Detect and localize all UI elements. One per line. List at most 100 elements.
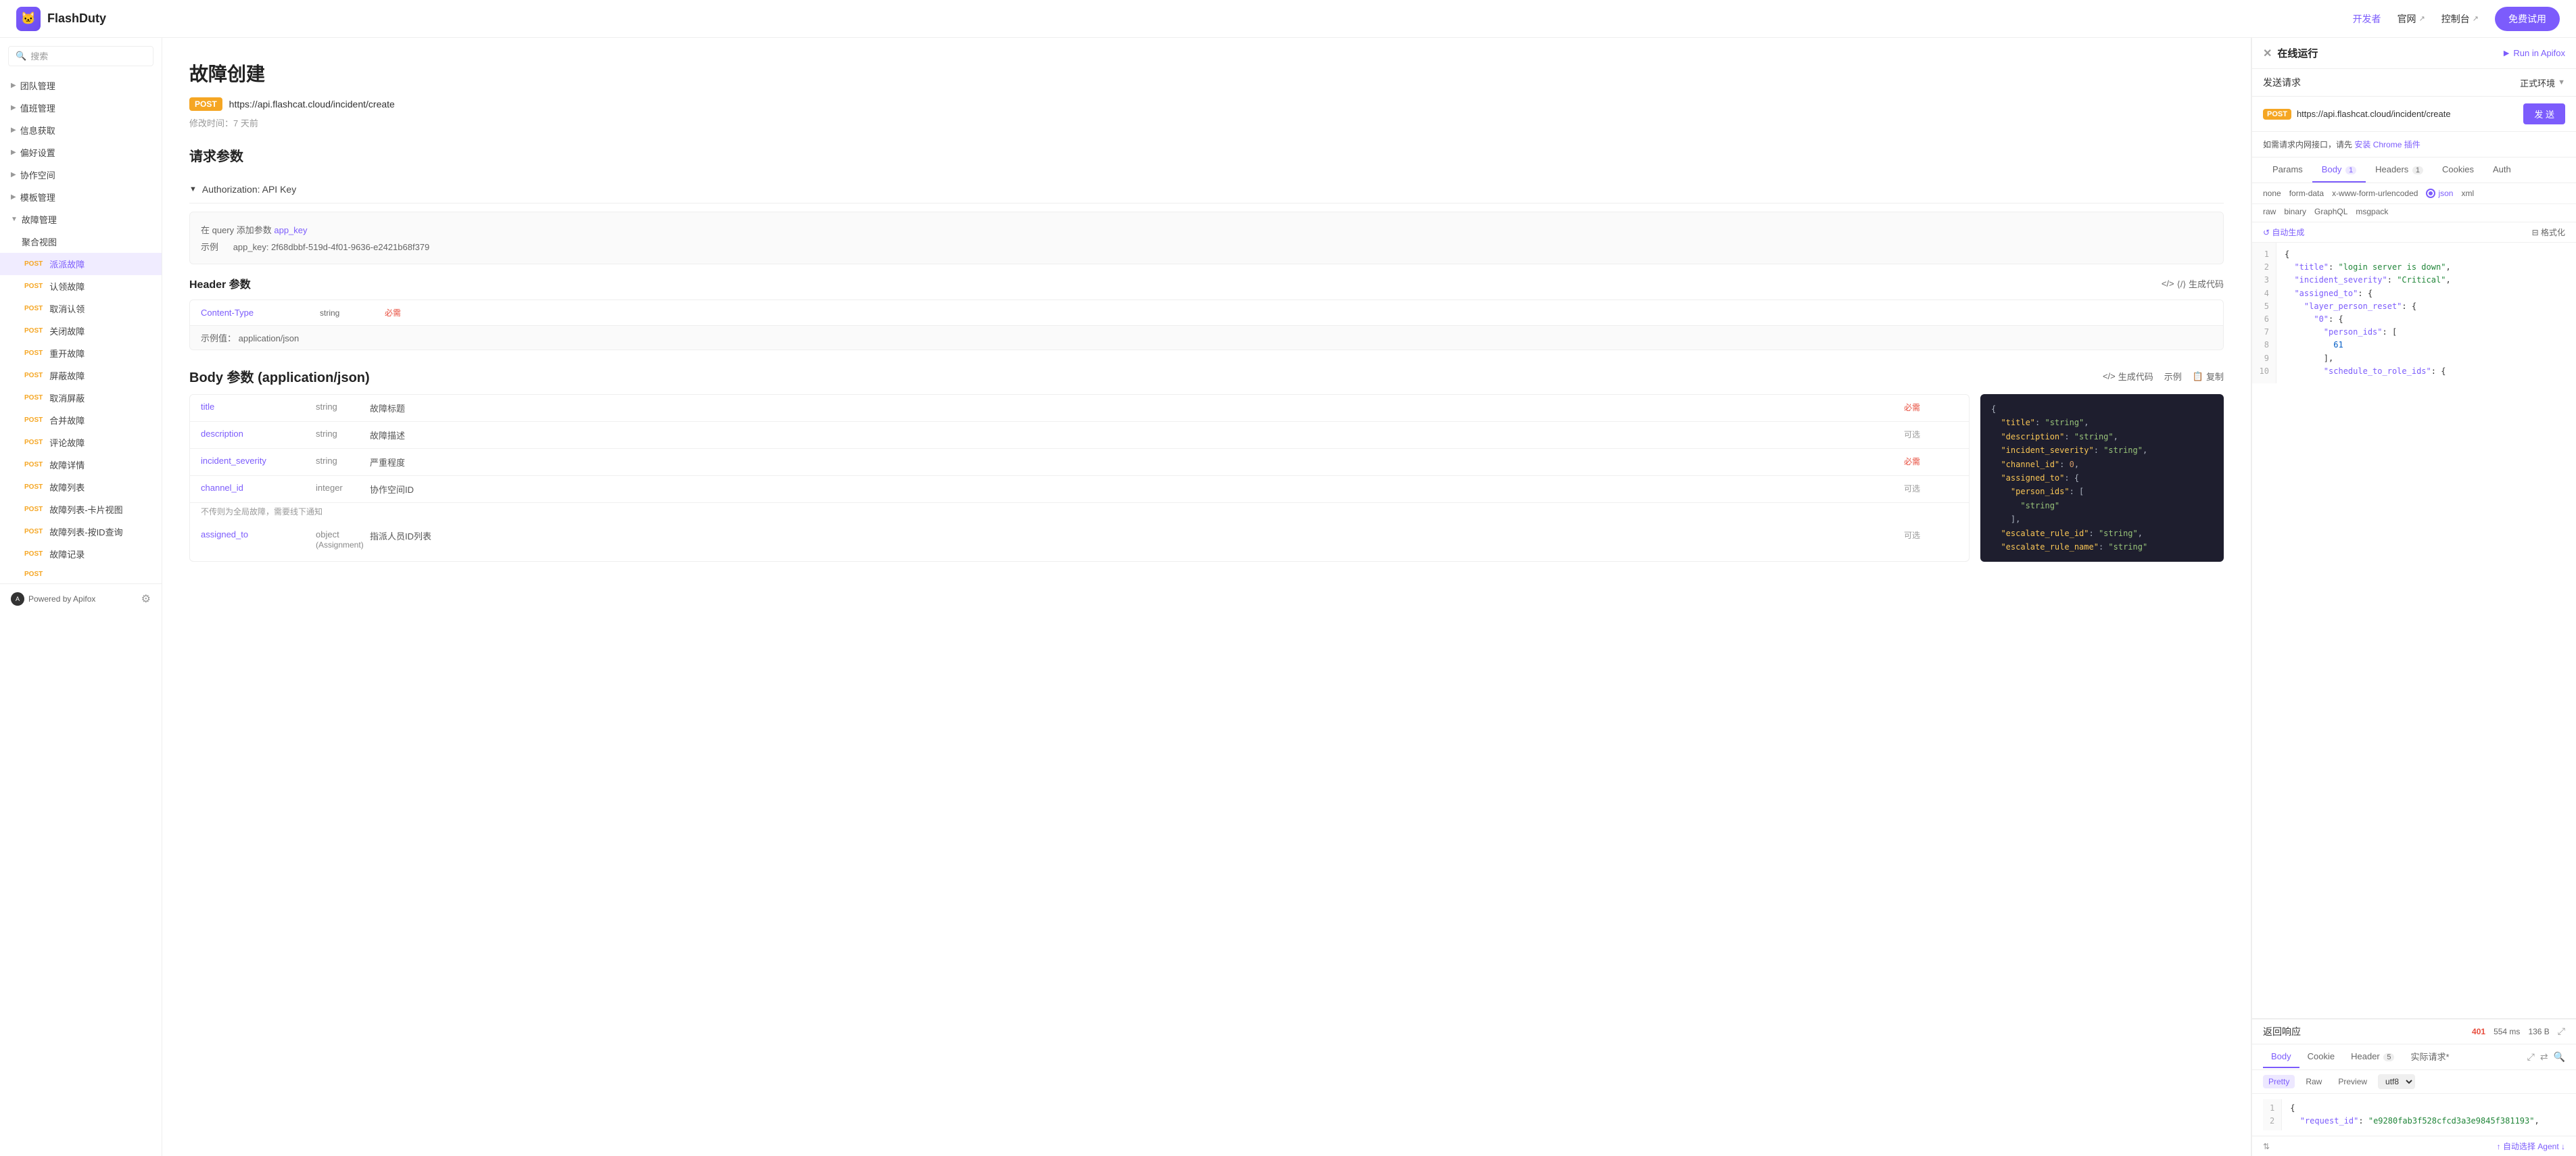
install-plugin-link[interactable]: 安装 Chrome 插件 bbox=[2354, 140, 2420, 149]
expand-collapse-icon[interactable]: ⇅ bbox=[2263, 1142, 2270, 1151]
resp-line: { bbox=[2290, 1102, 2539, 1115]
auth-section-header[interactable]: ▼ Authorization: API Key bbox=[189, 176, 2224, 203]
tab-cookies[interactable]: Cookies bbox=[2433, 158, 2483, 183]
search-box[interactable]: 🔍 bbox=[8, 46, 153, 66]
settings-icon[interactable]: ⚙ bbox=[141, 592, 151, 606]
response-tab-cookie[interactable]: Cookie bbox=[2299, 1046, 2343, 1068]
auth-param-name: app_key bbox=[274, 225, 307, 235]
sidebar-item-create-incident[interactable]: POST 派派故障 bbox=[0, 253, 162, 275]
generate-code-button[interactable]: </> 生成代码 bbox=[2103, 370, 2153, 383]
format-preview-button[interactable]: Preview bbox=[2333, 1075, 2372, 1088]
chevron-right-icon: ▶ bbox=[11, 171, 16, 178]
body-type-raw[interactable]: raw bbox=[2263, 207, 2276, 216]
sidebar-item-label: 信息获取 bbox=[20, 124, 55, 137]
format-button[interactable]: ⊟ 格式化 bbox=[2532, 226, 2565, 238]
sidebar-item-team-mgmt[interactable]: ▶ 团队管理 bbox=[0, 74, 162, 97]
send-button[interactable]: 发 送 bbox=[2523, 103, 2565, 124]
close-icon[interactable]: ✕ bbox=[2263, 47, 2272, 60]
free-trial-button[interactable]: 免费试用 bbox=[2495, 7, 2560, 31]
code-editor[interactable]: 12345 678910 { "title": "login server is… bbox=[2252, 243, 2576, 1018]
sidebar-item-incident-mgmt[interactable]: ▼ 故障管理 bbox=[0, 208, 162, 231]
copy-button[interactable]: 📋 复制 bbox=[2193, 370, 2224, 383]
sidebar-item-template-mgmt[interactable]: ▶ 模板管理 bbox=[0, 186, 162, 208]
body-type-json[interactable]: json bbox=[2426, 189, 2453, 198]
sidebar-item-merge-incident[interactable]: POST 评论故障 bbox=[0, 431, 162, 454]
sidebar-item-incident-list[interactable]: POST 故障列表-卡片视图 bbox=[0, 498, 162, 521]
response-tab-body[interactable]: Body bbox=[2263, 1046, 2299, 1068]
format-raw-button[interactable]: Raw bbox=[2300, 1075, 2327, 1088]
tab-body[interactable]: Body 1 bbox=[2312, 158, 2366, 183]
sidebar-item-cancel-acknowledge[interactable]: POST 关闭故障 bbox=[0, 320, 162, 342]
format-pretty-button[interactable]: Pretty bbox=[2263, 1075, 2295, 1088]
expand-icon[interactable]: ⤢ bbox=[2558, 1026, 2565, 1037]
console-link[interactable]: 控制台 ↗ bbox=[2441, 12, 2479, 26]
param-row-assigned-to: assigned_to object (Assignment) 指派人员ID列表… bbox=[190, 523, 1969, 556]
share-icon[interactable]: ⤢ bbox=[2527, 1051, 2535, 1063]
request-tabs: Params Body 1 Headers 1 Cookies Auth bbox=[2252, 158, 2576, 183]
sidebar-item-snooze-incident[interactable]: POST 取消屏蔽 bbox=[0, 387, 162, 409]
param-type: string bbox=[316, 456, 363, 466]
sidebar-item-reopen-incident[interactable]: POST 屏蔽故障 bbox=[0, 364, 162, 387]
generate-code-button[interactable]: </> ⟨/⟩ 生成代码 bbox=[2162, 277, 2224, 290]
official-link[interactable]: 官网 ↗ bbox=[2398, 12, 2425, 26]
body-type-form-data[interactable]: form-data bbox=[2289, 189, 2324, 198]
api-url-row: POST https://api.flashcat.cloud/incident… bbox=[189, 97, 2224, 111]
code-line: "title": "string", bbox=[1991, 416, 2213, 429]
sidebar-item-incident-log[interactable]: POST bbox=[0, 565, 162, 583]
sidebar-item-pref-settings[interactable]: ▶ 偏好设置 bbox=[0, 141, 162, 164]
runner-title-text: 在线运行 bbox=[2277, 46, 2318, 60]
header-field-row: Content-Type string 必需 bbox=[190, 300, 2223, 326]
sidebar-item-dispatch-incident[interactable]: POST 认领故障 bbox=[0, 275, 162, 297]
code-line: "incident_severity": "Critical", bbox=[2285, 274, 2568, 287]
sidebar-item-aggregate-view[interactable]: 聚合视图 bbox=[0, 231, 162, 253]
body-type-graphql[interactable]: GraphQL bbox=[2314, 207, 2347, 216]
auto-gen-button[interactable]: ↺ 自动生成 bbox=[2263, 226, 2304, 238]
dev-link[interactable]: 开发者 bbox=[2353, 12, 2381, 26]
powered-by: A Powered by Apifox bbox=[11, 592, 95, 606]
auth-example-label: 示例 bbox=[201, 242, 218, 252]
sidebar-item-incident-detail[interactable]: POST 故障列表 bbox=[0, 476, 162, 498]
auto-select-agent[interactable]: ↑ 自动选择 Agent ↓ bbox=[2497, 1140, 2565, 1152]
body-type-binary[interactable]: binary bbox=[2284, 207, 2306, 216]
code-line: { bbox=[2285, 248, 2568, 261]
sidebar-item-incident-card-view[interactable]: POST 故障列表-按ID查询 bbox=[0, 521, 162, 543]
compare-icon[interactable]: ⇄ bbox=[2540, 1051, 2548, 1063]
response-tab-actual-request[interactable]: 实际请求* bbox=[2402, 1044, 2457, 1069]
sidebar-item-unsnooze-incident[interactable]: POST 合并故障 bbox=[0, 409, 162, 431]
example-button[interactable]: 示例 bbox=[2164, 370, 2182, 383]
tab-auth[interactable]: Auth bbox=[2483, 158, 2521, 183]
sidebar-item-label: 认领故障 bbox=[49, 280, 85, 293]
sidebar-item-acknowledge-incident[interactable]: POST 取消认领 bbox=[0, 297, 162, 320]
body-layout: 🔍 ▶ 团队管理 ▶ 值班管理 ▶ 信息获取 ▶ 偏好设置 ▶ 协作空间 ▶ 模… bbox=[0, 38, 2576, 1156]
sidebar-item-close-incident[interactable]: POST 重开故障 bbox=[0, 342, 162, 364]
sidebar-item-comment-incident[interactable]: POST 故障详情 bbox=[0, 454, 162, 476]
sidebar-item-label: 故障记录 bbox=[49, 548, 85, 560]
top-navigation: 🐱 FlashDuty 开发者 官网 ↗ 控制台 ↗ 免费试用 bbox=[0, 0, 2576, 38]
post-badge: POST bbox=[22, 282, 45, 291]
sidebar-item-incident-id-query[interactable]: POST 故障记录 bbox=[0, 543, 162, 565]
example-value: application/json bbox=[239, 333, 300, 343]
external-link-icon: ↗ bbox=[2419, 14, 2425, 23]
body-type-xml[interactable]: xml bbox=[2461, 189, 2474, 198]
body-type-none[interactable]: none bbox=[2263, 189, 2281, 198]
search-input[interactable] bbox=[30, 51, 149, 62]
encoding-select[interactable]: utf8 bbox=[2378, 1074, 2415, 1089]
code-line: "description": "string", bbox=[1991, 430, 2213, 443]
body-type-msgpack[interactable]: msgpack bbox=[2356, 207, 2388, 216]
sidebar-item-info-fetch[interactable]: ▶ 信息获取 bbox=[0, 119, 162, 141]
tab-params[interactable]: Params bbox=[2263, 158, 2312, 183]
post-badge: POST bbox=[22, 371, 45, 380]
run-in-apifox-button[interactable]: ▶ Run in Apifox bbox=[2504, 48, 2565, 58]
post-badge: POST bbox=[22, 260, 45, 268]
body-type-urlencoded[interactable]: x-www-form-urlencoded bbox=[2332, 189, 2418, 198]
response-tab-header[interactable]: Header 5 bbox=[2343, 1046, 2402, 1068]
url-input[interactable] bbox=[2297, 109, 2518, 119]
chevron-right-icon: ▶ bbox=[11, 193, 16, 201]
env-selector[interactable]: 正式环境 ▼ bbox=[2520, 76, 2565, 89]
sidebar-item-label: 重开故障 bbox=[49, 347, 85, 360]
search-icon[interactable]: 🔍 bbox=[2554, 1051, 2565, 1063]
sidebar-item-shift-mgmt[interactable]: ▶ 值班管理 bbox=[0, 97, 162, 119]
tab-headers[interactable]: Headers 1 bbox=[2366, 158, 2433, 183]
status-size: 136 B bbox=[2528, 1027, 2549, 1036]
sidebar-item-collab-space[interactable]: ▶ 协作空间 bbox=[0, 164, 162, 186]
